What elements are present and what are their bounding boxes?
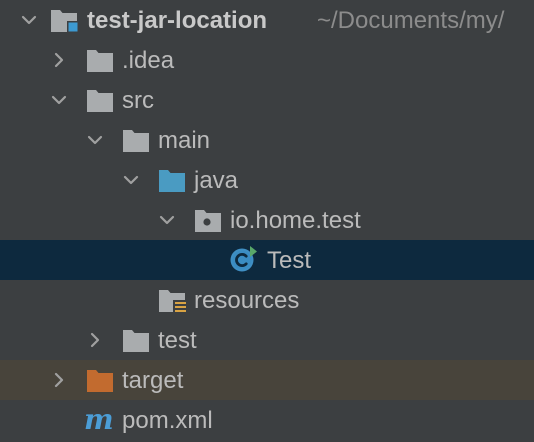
project-tree: test-jar-location ~/Documents/my/ .idea …: [0, 0, 534, 442]
resources-folder-label: resources: [194, 287, 300, 314]
chevron-down-icon[interactable]: [18, 9, 40, 31]
package-label: io.home.test: [230, 207, 361, 234]
maven-icon: m: [84, 406, 118, 434]
folder-icon: [122, 127, 150, 153]
chevron-down-icon[interactable]: [84, 129, 106, 151]
chevron-right-icon[interactable]: [84, 329, 106, 351]
project-root-label: test-jar-location: [87, 7, 268, 34]
chevron-down-icon[interactable]: [156, 209, 178, 231]
src-folder-label: src: [122, 87, 154, 114]
target-folder-label: target: [122, 367, 184, 394]
main-folder-label: main: [158, 127, 211, 154]
svg-text:m: m: [84, 406, 114, 434]
tree-row-test-folder[interactable]: test: [0, 320, 534, 360]
idea-folder-label: .idea: [122, 47, 175, 74]
tree-row-main[interactable]: main: [0, 120, 534, 160]
project-module-icon: [50, 7, 78, 33]
folder-icon: [86, 87, 114, 113]
tree-row-java[interactable]: java: [0, 160, 534, 200]
java-folder-label: java: [194, 167, 239, 194]
excluded-folder-icon: [86, 367, 114, 393]
tree-row-project-root[interactable]: test-jar-location ~/Documents/my/: [0, 0, 534, 40]
tree-row-target[interactable]: target: [0, 360, 534, 400]
java-class-main-icon: [229, 245, 257, 272]
tree-row-test-class[interactable]: Test: [0, 240, 534, 280]
folder-icon: [122, 327, 150, 353]
chevron-down-icon[interactable]: [48, 89, 70, 111]
tree-row-src[interactable]: src: [0, 80, 534, 120]
pom-file-label: pom.xml: [122, 407, 213, 434]
test-folder-label: test: [158, 327, 197, 354]
tree-row-idea[interactable]: .idea: [0, 40, 534, 80]
resources-folder-icon: [158, 287, 186, 313]
tree-row-resources[interactable]: resources: [0, 280, 534, 320]
package-icon: [194, 207, 222, 233]
tree-row-pom[interactable]: m pom.xml: [0, 400, 534, 440]
tree-row-package[interactable]: io.home.test: [0, 200, 534, 240]
source-folder-icon: [158, 167, 186, 193]
chevron-right-icon[interactable]: [48, 369, 70, 391]
project-path-label: ~/Documents/my/: [317, 7, 505, 34]
chevron-down-icon[interactable]: [120, 169, 142, 191]
test-class-label: Test: [267, 247, 312, 274]
folder-icon: [86, 47, 114, 73]
chevron-right-icon[interactable]: [48, 49, 70, 71]
